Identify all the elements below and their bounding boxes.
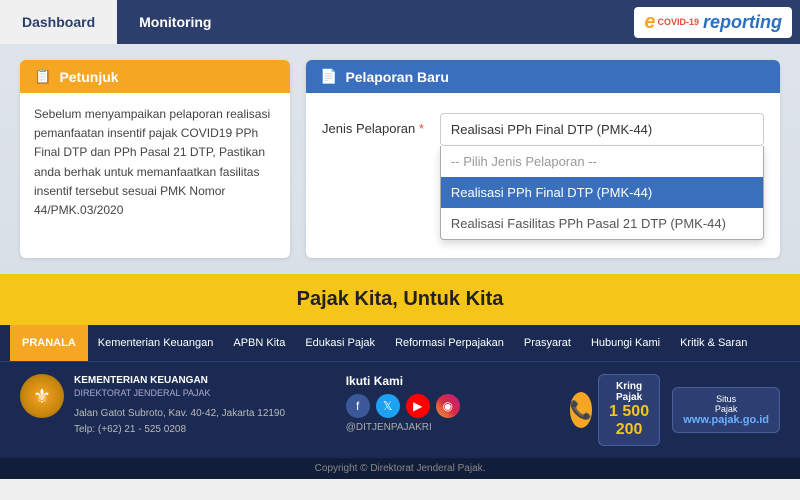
dropdown-item-pph-final[interactable]: Realisasi PPh Final DTP (PMK-44) (441, 177, 763, 208)
footer-social-section: Ikuti Kami f 𝕏 ▶ ◉ @DITJENPAJAKRI (346, 374, 550, 433)
footer-org-sub: DIREKTORAT JENDERAL PAJAK (74, 387, 285, 400)
banner-text: Pajak Kita, Untuk Kita (297, 288, 504, 310)
footer-copyright: Copyright © Direktorat Jenderal Pajak. (0, 458, 800, 479)
footer-phone-section: 📞 KringPajak 1 500 200 SitusPajak www.pa… (570, 374, 780, 446)
footer-social-handle: @DITJENPAJAKRI (346, 422, 550, 433)
situs-url[interactable]: www.pajak.go.id (683, 414, 769, 426)
petunjuk-card: 📋 Petunjuk Sebelum menyampaikan pelapora… (20, 60, 290, 258)
footer-address-line1: Jalan Gatot Subroto, Kav. 40-42, Jakarta… (74, 406, 285, 422)
dropdown-wrapper: -- Pilih Jenis Pelaporan -- Realisasi PP… (440, 113, 764, 146)
footer-social-title: Ikuti Kami (346, 374, 550, 388)
footer-nav-hubungi[interactable]: Hubungi Kami (581, 325, 670, 361)
book-icon: 📋 (34, 68, 51, 85)
footer-nav-edukasi[interactable]: Edukasi Pajak (295, 325, 385, 361)
dropdown-open-list: -- Pilih Jenis Pelaporan -- Realisasi PP… (440, 146, 764, 240)
petunjuk-title: Petunjuk (59, 69, 118, 85)
footer-nav-reformasi[interactable]: Reformasi Perpajakan (385, 325, 514, 361)
form-row: Jenis Pelaporan * -- Pilih Jenis Pelapor… (306, 93, 780, 156)
footer-nav-apbn[interactable]: APBN Kita (223, 325, 295, 361)
footer-address-line2: Telp: (+62) 21 - 525 0208 (74, 422, 285, 438)
jenis-pelaporan-select[interactable]: -- Pilih Jenis Pelaporan -- Realisasi PP… (440, 113, 764, 146)
pelaporan-title: Pelaporan Baru (345, 69, 448, 85)
situs-label: SitusPajak (683, 394, 769, 414)
logo-covid-label: COVID-19 (657, 17, 699, 27)
facebook-icon[interactable]: f (346, 394, 370, 418)
footer-org-info: KEMENTERIAN KEUANGAN DIREKTORAT JENDERAL… (74, 374, 285, 438)
file-icon: 📄 (320, 68, 337, 85)
youtube-icon[interactable]: ▶ (406, 394, 430, 418)
kemenkeu-emblem: ⚜ (20, 374, 64, 418)
header: Dashboard Monitoring e COVID-19 reportin… (0, 0, 800, 44)
main-content: 📋 Petunjuk Sebelum menyampaikan pelapora… (0, 44, 800, 274)
footer-nav-prasyarat[interactable]: Prasyarat (514, 325, 581, 361)
social-icons: f 𝕏 ▶ ◉ (346, 394, 550, 418)
twitter-icon[interactable]: 𝕏 (376, 394, 400, 418)
kring-number: 1 500 200 (609, 403, 649, 439)
pelaporan-card-header: 📄 Pelaporan Baru (306, 60, 780, 93)
footer-bottom: ⚜ KEMENTERIAN KEUANGAN DIREKTORAT JENDER… (0, 361, 800, 458)
footer-address: Jalan Gatot Subroto, Kav. 40-42, Jakarta… (74, 406, 285, 438)
footer-nav: PRANALA Kementerian Keuangan APBN Kita E… (0, 325, 800, 361)
logo: e COVID-19 reporting (634, 7, 792, 38)
footer-nav-kritik[interactable]: Kritik & Saran (670, 325, 757, 361)
banner: Pajak Kita, Untuk Kita (0, 274, 800, 325)
dropdown-item-pasal21[interactable]: Realisasi Fasilitas PPh Pasal 21 DTP (PM… (441, 208, 763, 239)
logo-e-icon: e (644, 11, 655, 34)
required-marker: * (419, 121, 424, 136)
situs-box: SitusPajak www.pajak.go.id (672, 387, 780, 433)
footer-nav-pranala[interactable]: PRANALA (10, 325, 88, 361)
phone-icon: 📞 (570, 392, 592, 428)
tab-monitoring[interactable]: Monitoring (117, 0, 233, 44)
footer-org-name: KEMENTERIAN KEUANGAN (74, 374, 285, 387)
kring-box: KringPajak 1 500 200 (598, 374, 660, 446)
pelaporan-card: 📄 Pelaporan Baru Jenis Pelaporan * -- Pi… (306, 60, 780, 258)
logo-reporting-label: reporting (703, 12, 782, 33)
nav-tabs: Dashboard Monitoring (0, 0, 233, 44)
petunjuk-body: Sebelum menyampaikan pelaporan realisasi… (20, 93, 290, 232)
kring-label: KringPajak (609, 381, 649, 403)
form-label: Jenis Pelaporan * (322, 113, 424, 136)
footer-nav-kemenkeu[interactable]: Kementerian Keuangan (88, 325, 224, 361)
tab-dashboard[interactable]: Dashboard (0, 0, 117, 44)
dropdown-item-placeholder[interactable]: -- Pilih Jenis Pelaporan -- (441, 146, 763, 177)
footer-logo-section: ⚜ KEMENTERIAN KEUANGAN DIREKTORAT JENDER… (20, 374, 326, 438)
instagram-icon[interactable]: ◉ (436, 394, 460, 418)
petunjuk-card-header: 📋 Petunjuk (20, 60, 290, 93)
